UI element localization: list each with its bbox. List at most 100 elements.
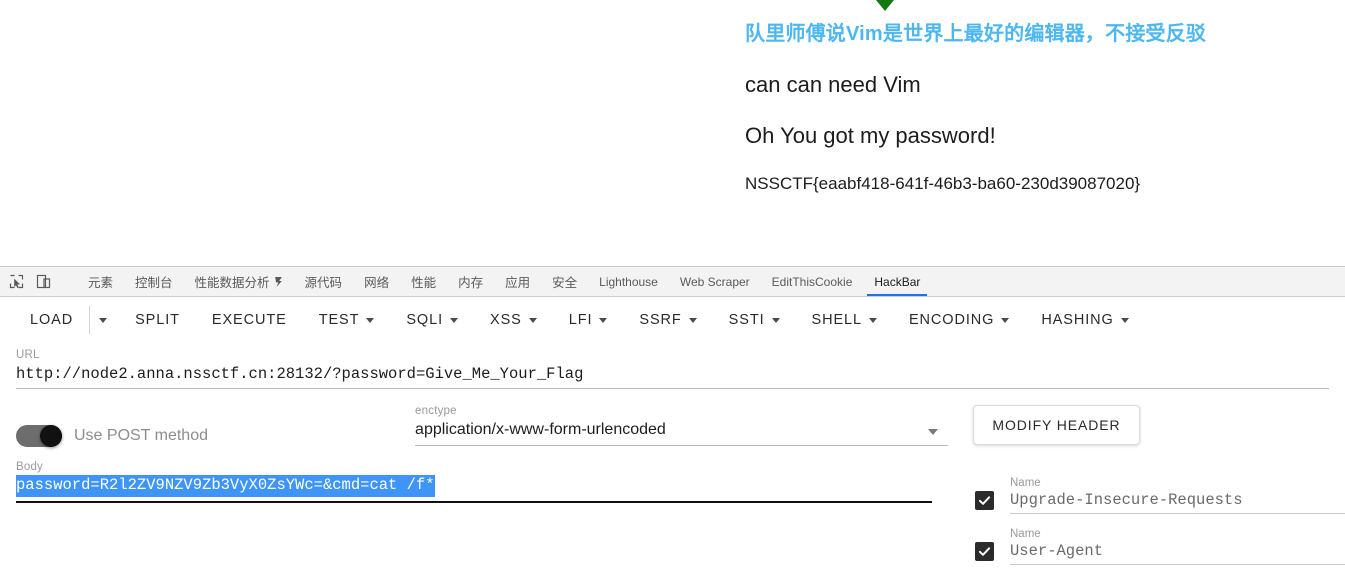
chevron-down-icon: [1001, 317, 1010, 323]
hackbar-button-shell[interactable]: SHELL: [796, 306, 893, 334]
body-value-selected[interactable]: password=R2l2ZV9NZV9Zb3VyX0ZsYWc=&cmd=ca…: [16, 475, 435, 498]
devtools-tab-label: 安全: [552, 276, 578, 290]
devtools-tab-2[interactable]: 性能数据分析: [184, 267, 294, 296]
inspect-element-icon[interactable]: [8, 273, 25, 290]
devtools-tab-label: Web Scraper: [679, 274, 750, 289]
enctype-label: enctype: [415, 405, 457, 417]
devtools-tab-label: 元素: [88, 276, 114, 290]
chevron-down-icon: [1120, 317, 1129, 323]
url-input[interactable]: [16, 363, 1329, 389]
devtools-tab-12[interactable]: HackBar: [863, 267, 931, 296]
hackbar-button-label: HASHING: [1041, 312, 1114, 328]
devtools-tab-label: 性能数据分析: [194, 276, 270, 290]
hackbar-button-lfi[interactable]: LFI: [553, 306, 624, 334]
hackbar-button-label: SSTI: [728, 312, 765, 328]
devtools-tab-8[interactable]: 安全: [541, 267, 588, 296]
devtools-tab-label: 性能: [411, 276, 437, 290]
screenshot-root: 队里师傅说Vim是世界上最好的编辑器，不接受反驳 can can need Vi…: [0, 0, 1345, 585]
hackbar-panel: LOAD SPLIT EXECUTE TEST SQLI XSS LFI SSRF SSTI SH…: [0, 297, 1345, 585]
hackbar-button-xss[interactable]: XSS: [474, 306, 553, 334]
header-name-input[interactable]: [1010, 490, 1345, 514]
toggle-switch[interactable]: [16, 425, 62, 447]
devtools-tab-4[interactable]: 网络: [353, 267, 400, 296]
devtools-tab-0[interactable]: 元素: [77, 267, 124, 296]
header-name-label: Name: [1010, 528, 1041, 540]
performance-insight-icon: [274, 276, 283, 288]
chevron-down-icon: [450, 317, 459, 323]
devtools-tab-3[interactable]: 源代码: [294, 267, 354, 296]
devtools-tab-label: Lighthouse: [599, 274, 658, 289]
hackbar-button-label: SQLI: [406, 312, 444, 328]
devtools-toolbar-icons: [0, 267, 77, 296]
header-name-input[interactable]: [1010, 541, 1345, 565]
devtools-tab-11[interactable]: EditThisCookie: [761, 267, 864, 296]
devtools-tab-6[interactable]: 内存: [447, 267, 494, 296]
hackbar-button-test[interactable]: TEST: [303, 306, 391, 334]
hackbar-button-label: SPLIT: [135, 312, 180, 328]
header-enabled-checkbox[interactable]: [975, 491, 994, 510]
devtools-tab-label: 源代码: [304, 276, 343, 290]
devtools-tab-5[interactable]: 性能: [400, 267, 447, 296]
devtools-tab-label: HackBar: [874, 274, 921, 289]
chevron-down-icon: [98, 317, 107, 323]
devtools-tab-label: 网络: [364, 276, 390, 290]
devtools-tab-9[interactable]: Lighthouse: [588, 267, 669, 296]
hackbar-button-label: LOAD: [30, 312, 74, 328]
devtools-tab-10[interactable]: Web Scraper: [669, 267, 761, 296]
devtools-tabs: 元素 控制台 性能数据分析 源代码 网络 性能 内存 应用 安全 Lighthouse Web Sc…: [77, 267, 931, 296]
body-label: Body: [16, 461, 44, 473]
green-caret-icon: [876, 0, 894, 11]
page-line-need-vim: can can need Vim: [745, 72, 921, 97]
devtools-tab-7[interactable]: 应用: [494, 267, 541, 296]
hackbar-options-row: Use POST method enctype MODIFY HEADER: [0, 405, 1345, 447]
hackbar-button-label: TEST: [318, 312, 360, 328]
chevron-down-icon: [868, 317, 877, 323]
devtools-tab-label: EditThisCookie: [771, 274, 853, 289]
hackbar-button-label: EXECUTE: [211, 312, 287, 328]
hackbar-button-sqli[interactable]: SQLI: [390, 306, 474, 334]
hackbar-button-label: XSS: [490, 312, 522, 328]
load-dropdown-toggle[interactable]: [89, 306, 115, 334]
enctype-select[interactable]: [415, 419, 949, 446]
hackbar-button-ssrf[interactable]: SSRF: [623, 306, 712, 334]
body-input[interactable]: password=R2l2ZV9NZV9Zb3VyX0ZsYWc=&cmd=ca…: [16, 475, 932, 504]
use-post-method-label: Use POST method: [74, 427, 208, 444]
hackbar-button-label: LFI: [568, 312, 593, 328]
devtools-tab-1[interactable]: 控制台: [124, 267, 184, 296]
chevron-down-icon: [688, 317, 697, 323]
device-toolbar-icon[interactable]: [35, 273, 52, 290]
chevron-down-icon: [771, 317, 780, 323]
header-name-label: Name: [1010, 477, 1041, 489]
rendered-web-page: 队里师傅说Vim是世界上最好的编辑器，不接受反驳 can can need Vi…: [0, 0, 1345, 266]
devtools-tab-label: 应用: [505, 276, 531, 290]
devtools-tab-strip: 元素 控制台 性能数据分析 源代码 网络 性能 内存 应用 安全 Lighthouse Web Sc…: [0, 266, 1345, 297]
hackbar-button-label: ENCODING: [908, 312, 995, 328]
hackbar-button-execute[interactable]: EXECUTE: [196, 306, 303, 334]
header-enabled-checkbox[interactable]: [975, 542, 994, 561]
header-name-field: Name: [1010, 528, 1345, 565]
hackbar-button-encoding[interactable]: ENCODING: [893, 306, 1025, 334]
page-text-block: 队里师傅说Vim是世界上最好的编辑器，不接受反驳 can can need Vi…: [745, 24, 1206, 194]
modify-header-column: MODIFY HEADER: [948, 405, 1329, 445]
toggle-knob: [40, 425, 62, 447]
use-post-method-toggle[interactable]: Use POST method: [16, 405, 415, 447]
chevron-down-icon: [366, 317, 375, 323]
devtools-tab-label: 内存: [458, 276, 484, 290]
modify-header-button[interactable]: MODIFY HEADER: [973, 405, 1140, 445]
devtools-tab-label: 控制台: [135, 276, 173, 290]
url-field-group: URL: [0, 343, 1345, 389]
enctype-select-row[interactable]: [415, 419, 949, 446]
header-row: Name: [975, 528, 1345, 565]
hackbar-button-hashing[interactable]: HASHING: [1025, 306, 1144, 334]
hackbar-button-split[interactable]: SPLIT: [119, 306, 196, 334]
hackbar-toolbar: LOAD SPLIT EXECUTE TEST SQLI XSS LFI SSRF SSTI SH…: [0, 297, 1345, 343]
chevron-down-icon[interactable]: [928, 429, 939, 435]
hackbar-button-ssti[interactable]: SSTI: [713, 306, 796, 334]
header-name-field: Name: [1010, 477, 1345, 514]
chevron-down-icon: [528, 317, 537, 323]
header-rows-list: Name Name: [975, 477, 1345, 579]
hackbar-button-label: SSRF: [639, 312, 682, 328]
hackbar-button-load[interactable]: LOAD: [14, 306, 89, 334]
page-heading-cn: 队里师傅说Vim是世界上最好的编辑器，不接受反驳: [745, 23, 1207, 45]
body-field-group: Body password=R2l2ZV9NZV9Zb3VyX0ZsYWc=&c…: [0, 447, 948, 504]
